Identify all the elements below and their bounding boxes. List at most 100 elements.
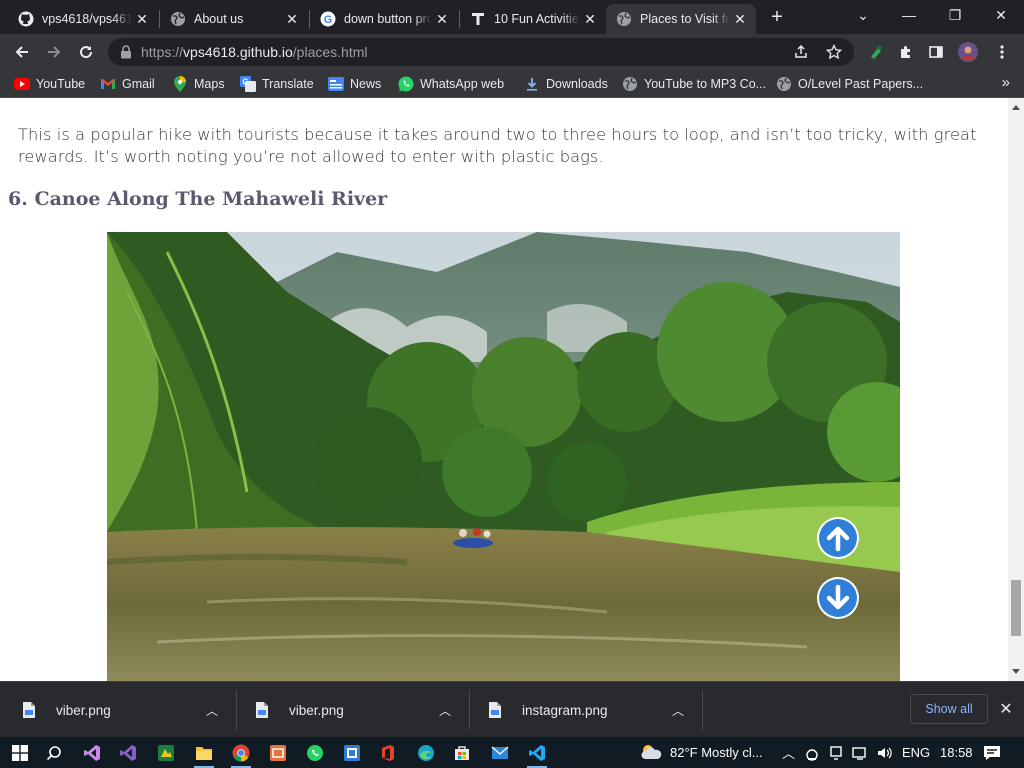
share-icon[interactable] bbox=[793, 44, 809, 60]
language-indicator[interactable]: ENG bbox=[902, 745, 930, 760]
bookmark-downloads[interactable]: Downloads bbox=[524, 75, 608, 93]
forward-arrow-icon bbox=[48, 46, 61, 58]
close-icon[interactable]: ✕ bbox=[996, 699, 1016, 719]
bookmark-translate[interactable]: G Translate bbox=[240, 75, 314, 93]
article-paragraph: This is a popular hike with tourists bec… bbox=[18, 125, 977, 166]
side-panel-button[interactable] bbox=[922, 38, 950, 66]
bookmark-news[interactable]: News bbox=[328, 75, 381, 93]
menu-button[interactable] bbox=[988, 38, 1016, 66]
svg-text:G: G bbox=[242, 78, 248, 87]
scroll-down-button[interactable] bbox=[816, 576, 860, 620]
close-icon[interactable]: ✕ bbox=[282, 11, 302, 28]
close-icon[interactable]: ✕ bbox=[580, 11, 600, 28]
chevron-up-icon[interactable]: ︿ bbox=[782, 743, 795, 762]
clock-time[interactable]: 18:58 bbox=[940, 745, 973, 760]
profile-button[interactable] bbox=[954, 38, 982, 66]
whatsapp-icon[interactable] bbox=[303, 741, 327, 765]
color-app-icon[interactable] bbox=[154, 741, 178, 765]
url-text: https://vps4618.github.io/places.html bbox=[141, 44, 368, 60]
mail-icon[interactable] bbox=[488, 741, 512, 765]
news-icon bbox=[328, 76, 344, 92]
chrome-icon[interactable] bbox=[229, 741, 253, 768]
download-separator bbox=[469, 690, 470, 730]
tab-google-search[interactable]: G down button problem ✕ bbox=[310, 4, 458, 34]
github-icon bbox=[18, 11, 34, 27]
new-tab-button[interactable]: + bbox=[766, 6, 788, 28]
download-item[interactable]: viber.png ︿ bbox=[22, 682, 232, 738]
store-icon[interactable] bbox=[450, 741, 474, 765]
tab-title: 10 Fun Activities bbox=[494, 12, 580, 26]
lock-icon bbox=[121, 45, 131, 59]
download-icon bbox=[524, 76, 540, 92]
bookmark-maps[interactable]: Maps bbox=[172, 75, 225, 93]
close-icon[interactable]: ✕ bbox=[730, 11, 750, 28]
tab-github[interactable]: vps4618/vps4618.github.io ✕ bbox=[8, 4, 158, 34]
reload-button[interactable] bbox=[72, 38, 100, 66]
tab-title: About us bbox=[194, 12, 244, 26]
display-icon[interactable] bbox=[828, 745, 844, 761]
network-icon[interactable] bbox=[804, 745, 820, 761]
notification-icon[interactable] bbox=[983, 744, 1001, 762]
office-icon[interactable] bbox=[376, 741, 400, 765]
reload-icon bbox=[80, 46, 93, 59]
show-all-button[interactable]: Show all bbox=[910, 694, 988, 724]
visual-studio-2-icon[interactable] bbox=[116, 741, 140, 765]
chevron-up-icon[interactable]: ︿ bbox=[439, 702, 451, 719]
bookmark-olevel-papers[interactable]: O/Level Past Papers... bbox=[776, 75, 923, 93]
chevron-up-icon[interactable]: ︿ bbox=[206, 702, 218, 719]
side-panel-icon bbox=[929, 46, 943, 58]
bookmarks-overflow-icon[interactable]: » bbox=[1002, 74, 1010, 91]
weather-text[interactable]: 82°F Mostly cl... bbox=[670, 745, 763, 760]
star-icon[interactable] bbox=[826, 44, 842, 60]
restore-button[interactable]: ❐ bbox=[932, 0, 978, 30]
orange-app-icon[interactable] bbox=[266, 741, 290, 765]
close-window-button[interactable]: ✕ bbox=[978, 0, 1024, 30]
visual-studio-icon[interactable] bbox=[80, 741, 104, 765]
globe-icon bbox=[776, 76, 792, 92]
download-item[interactable]: viber.png ︿ bbox=[255, 682, 465, 738]
blue-app-icon[interactable] bbox=[340, 741, 364, 765]
wifi-icon[interactable] bbox=[852, 745, 868, 761]
bookmark-youtube-mp3[interactable]: YouTube to MP3 Co... bbox=[622, 75, 766, 93]
tab-title: Places to Visit for Sri Lanka bbox=[640, 12, 730, 26]
scroll-up-button[interactable] bbox=[816, 516, 860, 560]
extension-button[interactable] bbox=[862, 38, 890, 66]
tab-places-active[interactable]: Places to Visit for Sri Lanka ✕ bbox=[606, 4, 756, 34]
globe-icon bbox=[622, 76, 638, 92]
edge-icon[interactable] bbox=[414, 741, 438, 765]
back-arrow-icon bbox=[15, 46, 28, 58]
back-button[interactable] bbox=[8, 38, 36, 66]
close-icon[interactable]: ✕ bbox=[432, 11, 452, 28]
scroll-down-arrow-icon[interactable] bbox=[1012, 669, 1020, 674]
globe-icon bbox=[616, 11, 632, 27]
bookmark-whatsapp[interactable]: WhatsApp web bbox=[398, 75, 504, 93]
download-separator bbox=[236, 690, 237, 730]
avatar bbox=[958, 42, 978, 62]
maps-icon bbox=[172, 76, 188, 92]
forward-button[interactable] bbox=[40, 38, 68, 66]
tab-about-us[interactable]: About us ✕ bbox=[160, 4, 308, 34]
tab-title: down button problem bbox=[344, 12, 432, 26]
puzzle-icon bbox=[901, 46, 910, 58]
windows-start-icon[interactable] bbox=[8, 741, 32, 765]
tab-search-button[interactable]: ⌄ bbox=[840, 0, 886, 30]
close-icon[interactable]: ✕ bbox=[132, 11, 152, 28]
tab-fun-activities[interactable]: 10 Fun Activities ✕ bbox=[460, 4, 606, 34]
chevron-up-icon[interactable]: ︿ bbox=[672, 702, 684, 719]
vscode-icon[interactable] bbox=[525, 741, 549, 768]
page-scrollbar[interactable] bbox=[1008, 98, 1024, 681]
bookmark-gmail[interactable]: Gmail bbox=[100, 75, 155, 93]
search-icon[interactable] bbox=[42, 741, 66, 765]
weather-cloud-icon[interactable] bbox=[640, 743, 662, 761]
folder-icon[interactable] bbox=[192, 741, 216, 768]
scroll-up-arrow-icon[interactable] bbox=[1012, 105, 1020, 110]
downloads-shelf: viber.png ︿ viber.png ︿ instagram.png ︿ … bbox=[0, 681, 1024, 737]
minimize-button[interactable]: — bbox=[886, 0, 932, 30]
speaker-icon[interactable] bbox=[876, 745, 892, 761]
extensions-button[interactable] bbox=[892, 38, 920, 66]
file-icon bbox=[23, 702, 35, 718]
address-bar[interactable]: https://vps4618.github.io/places.html bbox=[108, 38, 854, 66]
bookmark-youtube[interactable]: YouTube bbox=[14, 75, 85, 93]
scrollbar-thumb[interactable] bbox=[1011, 580, 1021, 636]
download-item[interactable]: instagram.png ︿ bbox=[488, 682, 698, 738]
